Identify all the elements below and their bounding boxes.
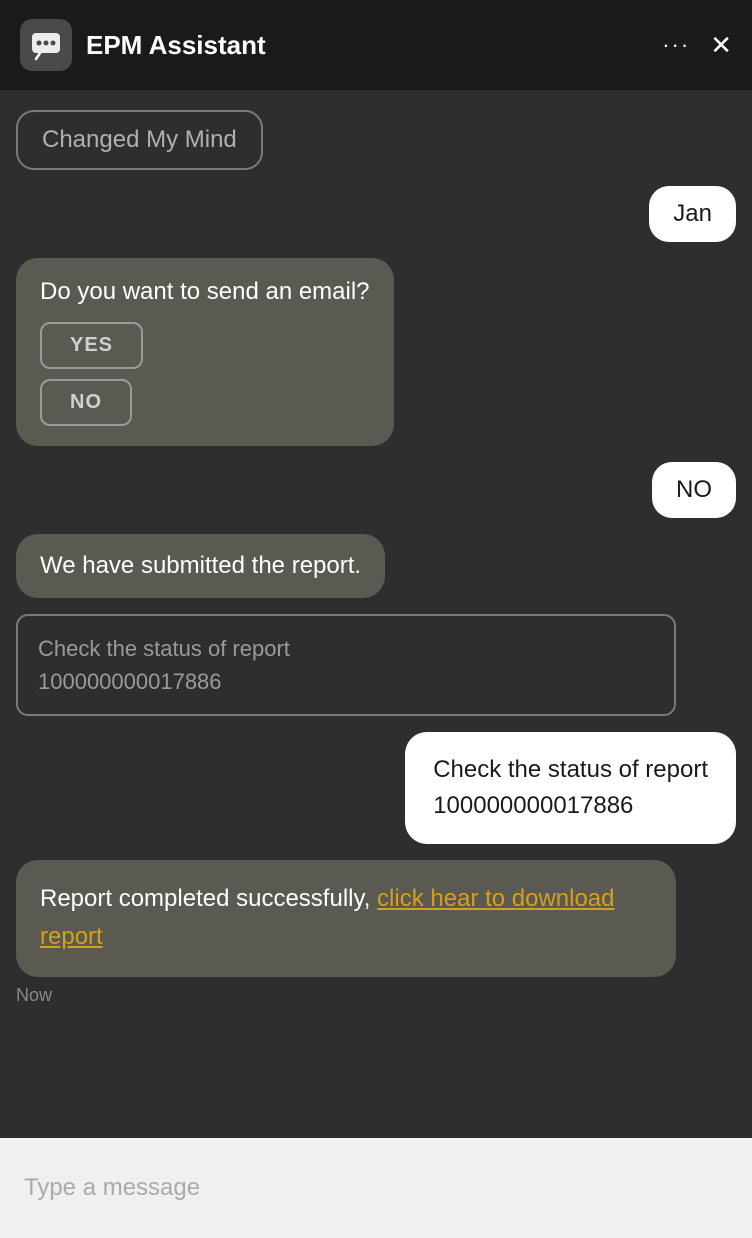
email-question-text: Do you want to send an email? (40, 278, 370, 306)
app-title: EPM Assistant (86, 30, 662, 61)
message-timestamp: Now (16, 985, 52, 1006)
report-completed-bubble: Report completed successfully, click hea… (16, 860, 676, 977)
check-status-white-text: Check the status of report10000000001788… (433, 756, 708, 819)
changed-mind-text: Changed My Mind (42, 126, 237, 153)
jan-text: Jan (673, 200, 712, 227)
message-input-area[interactable]: Type a message (0, 1138, 752, 1238)
no-response-text: NO (676, 476, 712, 503)
chat-app-icon (20, 19, 72, 71)
email-question-bubble: Do you want to send an email? YES NO (16, 258, 394, 446)
jan-bubble: Jan (649, 186, 736, 242)
close-button[interactable]: ✕ (710, 30, 732, 61)
more-options-button[interactable]: ··· (662, 32, 690, 58)
submitted-bubble: We have submitted the report. (16, 534, 385, 598)
message-input-placeholder[interactable]: Type a message (24, 1174, 200, 1202)
chat-header: EPM Assistant ··· ✕ (0, 0, 752, 90)
check-status-placeholder-text: Check the status of report10000000001788… (38, 636, 290, 694)
changed-mind-bubble: Changed My Mind (16, 110, 263, 170)
yes-button[interactable]: YES (40, 322, 143, 369)
submitted-text: We have submitted the report. (40, 552, 361, 579)
no-button[interactable]: NO (40, 379, 132, 426)
chat-area: Changed My Mind Jan Do you want to send … (0, 90, 752, 1138)
report-prefix-text: Report completed successfully, (40, 885, 377, 912)
header-actions: ··· ✕ (662, 30, 732, 61)
check-status-white-bubble: Check the status of report10000000001788… (405, 732, 736, 844)
check-status-input[interactable]: Check the status of report10000000001788… (16, 614, 676, 716)
no-response-bubble: NO (652, 462, 736, 518)
